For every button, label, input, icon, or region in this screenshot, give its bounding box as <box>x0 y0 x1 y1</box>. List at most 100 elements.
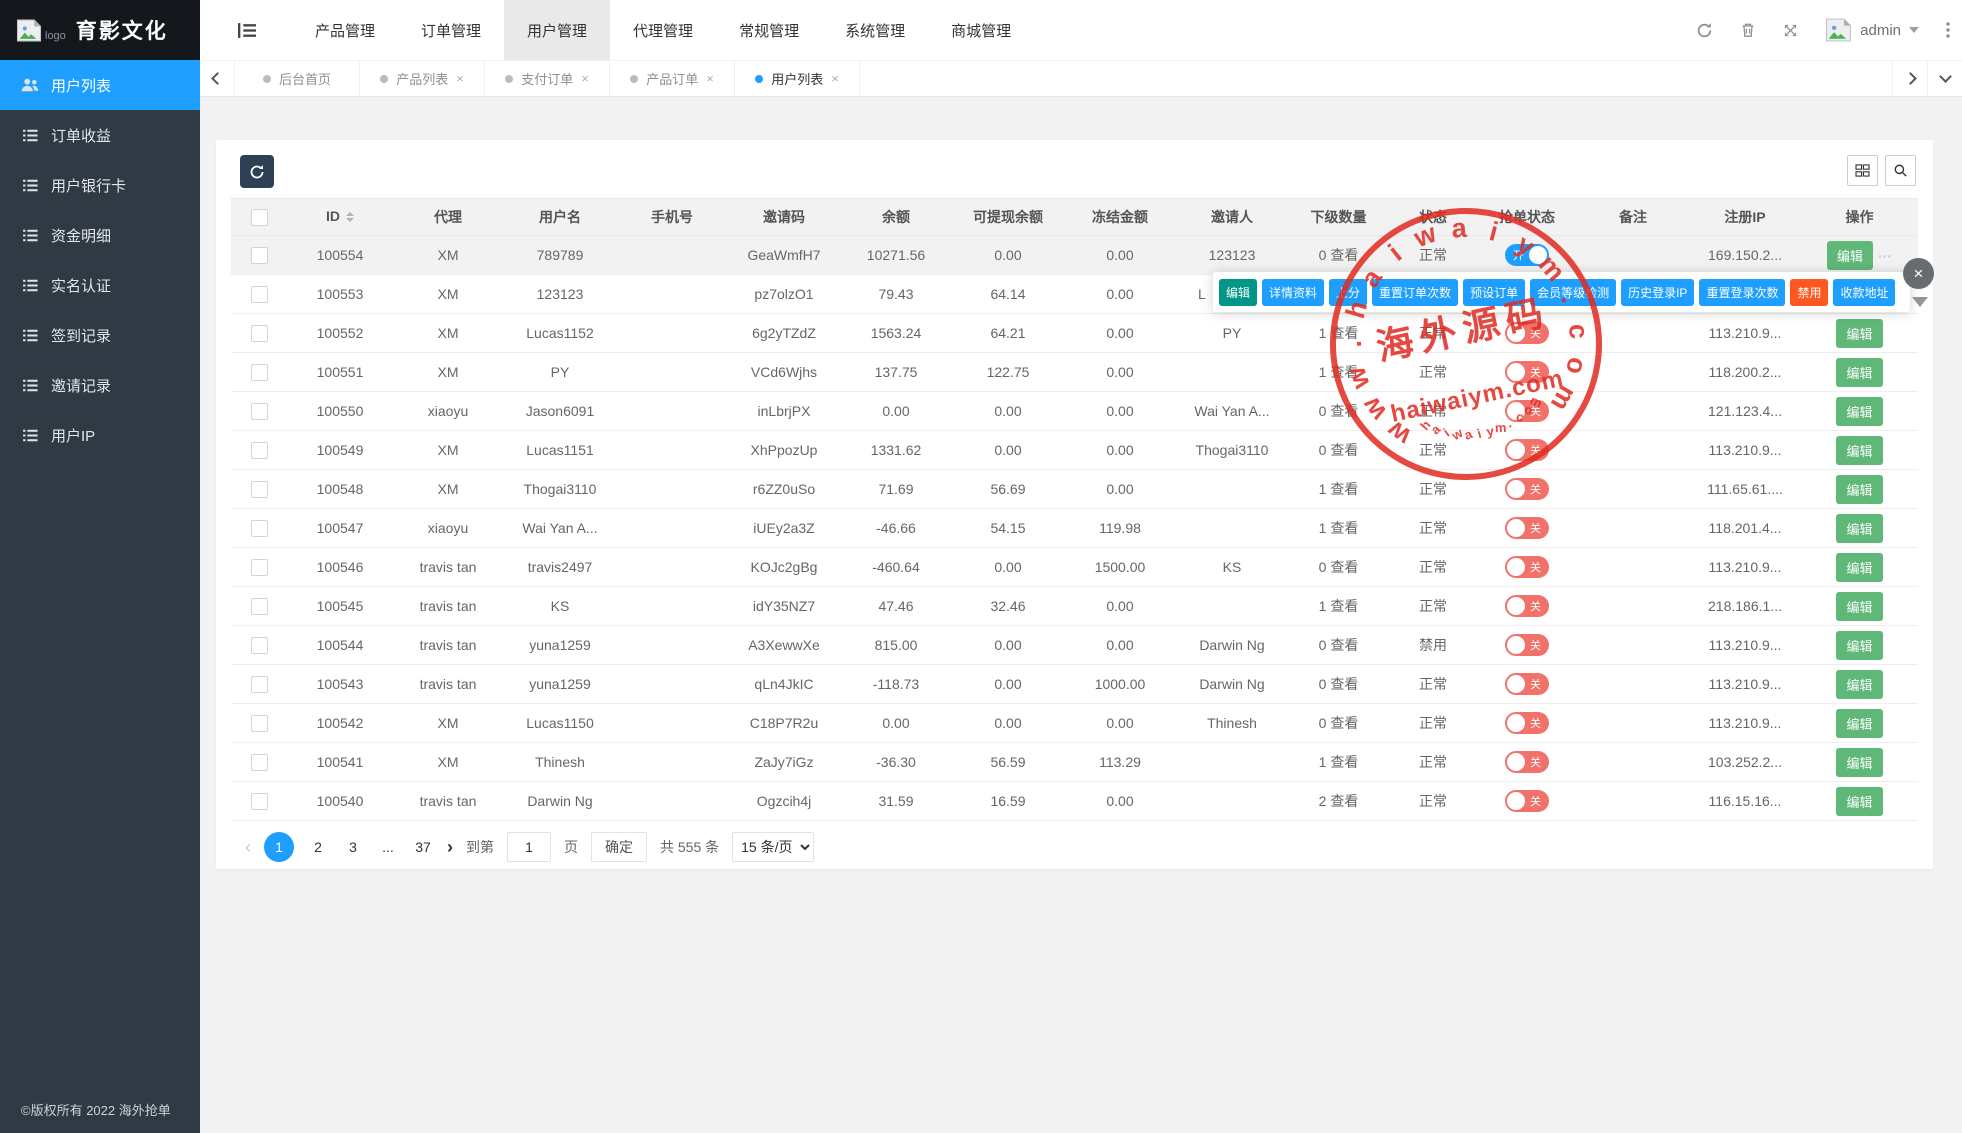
tab-close-icon[interactable]: × <box>456 71 464 86</box>
row-checkbox[interactable] <box>251 637 268 654</box>
grab-toggle[interactable]: 关 <box>1505 751 1549 773</box>
edit-button[interactable]: 编辑 <box>1836 670 1882 699</box>
popup-action-button[interactable]: 预设订单 <box>1463 279 1525 306</box>
edit-button[interactable]: 编辑 <box>1836 592 1882 621</box>
sidebar-item[interactable]: 用户IP <box>0 410 200 460</box>
popup-action-button[interactable]: 上分 <box>1329 279 1367 306</box>
popup-action-button[interactable]: 详情资料 <box>1262 279 1324 306</box>
sidebar-item[interactable]: 用户银行卡 <box>0 160 200 210</box>
grab-toggle[interactable]: 开 <box>1505 244 1549 266</box>
view-link[interactable]: 查看 <box>1330 793 1358 809</box>
popup-action-button[interactable]: 历史登录IP <box>1621 279 1694 306</box>
nav-item[interactable]: 用户管理 <box>504 0 610 60</box>
tab[interactable]: 产品订单× <box>610 61 735 96</box>
edit-button[interactable]: 编辑 <box>1836 475 1882 504</box>
search-toggle-button[interactable] <box>1885 155 1916 186</box>
view-link[interactable]: 查看 <box>1330 403 1358 419</box>
close-icon[interactable]: × <box>1903 258 1934 289</box>
grab-toggle[interactable]: 关 <box>1505 595 1549 617</box>
nav-item[interactable]: 系统管理 <box>822 0 928 60</box>
columns-toggle-button[interactable] <box>1847 155 1878 186</box>
grab-toggle[interactable]: 关 <box>1505 478 1549 500</box>
nav-item[interactable]: 产品管理 <box>292 0 398 60</box>
edit-button[interactable]: 编辑 <box>1836 436 1882 465</box>
table-refresh-button[interactable] <box>240 155 274 188</box>
tab-close-icon[interactable]: × <box>581 71 589 86</box>
row-checkbox[interactable] <box>251 481 268 498</box>
edit-button[interactable]: 编辑 <box>1836 397 1882 426</box>
row-checkbox[interactable] <box>251 793 268 810</box>
nav-item[interactable]: 常规管理 <box>716 0 822 60</box>
tab[interactable]: 用户列表× <box>735 61 860 96</box>
trash-icon[interactable] <box>1740 22 1756 38</box>
grab-toggle[interactable]: 关 <box>1505 712 1549 734</box>
page-number[interactable]: 1 <box>264 832 294 862</box>
view-link[interactable]: 查看 <box>1330 598 1358 614</box>
more-actions-icon[interactable]: ··· <box>1878 248 1892 264</box>
view-link[interactable]: 查看 <box>1330 715 1358 731</box>
grab-toggle[interactable]: 关 <box>1505 361 1549 383</box>
view-link[interactable]: 查看 <box>1330 520 1358 536</box>
grab-toggle[interactable]: 关 <box>1505 556 1549 578</box>
row-checkbox[interactable] <box>251 364 268 381</box>
tab[interactable]: 后台首页 <box>235 61 360 96</box>
view-link[interactable]: 查看 <box>1330 676 1358 692</box>
confirm-button[interactable]: 确定 <box>591 832 647 862</box>
user-menu[interactable]: admin <box>1825 18 1919 42</box>
row-checkbox[interactable] <box>251 520 268 537</box>
row-checkbox[interactable] <box>251 715 268 732</box>
more-vertical-icon[interactable] <box>1946 22 1950 38</box>
edit-button[interactable]: 编辑 <box>1836 748 1882 777</box>
popup-action-button[interactable]: 重置订单次数 <box>1372 279 1458 306</box>
popup-action-button[interactable]: 会员等级检测 <box>1530 279 1616 306</box>
sidebar-item[interactable]: 实名认证 <box>0 260 200 310</box>
popup-action-button[interactable]: 禁用 <box>1790 279 1828 306</box>
tab[interactable]: 产品列表× <box>360 61 485 96</box>
nav-item[interactable]: 代理管理 <box>610 0 716 60</box>
view-link[interactable]: 查看 <box>1330 325 1358 341</box>
row-checkbox[interactable] <box>251 559 268 576</box>
edit-button[interactable]: 编辑 <box>1836 631 1882 660</box>
goto-page-input[interactable] <box>507 832 551 862</box>
popup-action-button[interactable]: 编辑 <box>1219 279 1257 306</box>
next-page-icon[interactable]: › <box>447 837 453 858</box>
row-checkbox[interactable] <box>251 442 268 459</box>
row-checkbox[interactable] <box>251 676 268 693</box>
grab-toggle[interactable]: 关 <box>1505 790 1549 812</box>
page-size-select[interactable]: 15 条/页 <box>732 832 814 862</box>
scroll-down-indicator-icon[interactable] <box>1912 297 1928 307</box>
page-number[interactable]: 37 <box>412 839 434 855</box>
page-number[interactable]: 3 <box>342 839 364 855</box>
tabs-scroll-left-icon[interactable] <box>200 61 235 96</box>
tab-close-icon[interactable]: × <box>831 71 839 86</box>
view-link[interactable]: 查看 <box>1330 481 1358 497</box>
sort-icon[interactable] <box>346 208 354 226</box>
grab-toggle[interactable]: 关 <box>1505 322 1549 344</box>
edit-button[interactable]: 编辑 <box>1836 709 1882 738</box>
tabs-menu-icon[interactable] <box>1927 61 1962 96</box>
edit-button[interactable]: 编辑 <box>1836 787 1882 816</box>
sidebar-item[interactable]: 签到记录 <box>0 310 200 360</box>
view-link[interactable]: 查看 <box>1330 637 1358 653</box>
view-link[interactable]: 查看 <box>1330 247 1358 263</box>
sidebar-item[interactable]: 邀请记录 <box>0 360 200 410</box>
prev-page-icon[interactable]: ‹ <box>245 837 251 858</box>
view-link[interactable]: 查看 <box>1330 754 1358 770</box>
view-link[interactable]: 查看 <box>1330 442 1358 458</box>
popup-action-button[interactable]: 重置登录次数 <box>1699 279 1785 306</box>
grab-toggle[interactable]: 关 <box>1505 517 1549 539</box>
sidebar-item[interactable]: 资金明细 <box>0 210 200 260</box>
row-checkbox[interactable] <box>251 325 268 342</box>
edit-button[interactable]: 编辑 <box>1836 553 1882 582</box>
edit-button[interactable]: 编辑 <box>1827 241 1873 270</box>
select-all-checkbox[interactable] <box>251 209 268 226</box>
page-number[interactable]: 2 <box>307 839 329 855</box>
grab-toggle[interactable]: 关 <box>1505 634 1549 656</box>
row-checkbox[interactable] <box>251 754 268 771</box>
fullscreen-icon[interactable] <box>1783 23 1798 38</box>
tabs-scroll-right-icon[interactable] <box>1892 61 1927 96</box>
grab-toggle[interactable]: 关 <box>1505 673 1549 695</box>
row-checkbox[interactable] <box>251 247 268 264</box>
row-checkbox[interactable] <box>251 403 268 420</box>
menu-collapse-icon[interactable] <box>238 0 256 60</box>
